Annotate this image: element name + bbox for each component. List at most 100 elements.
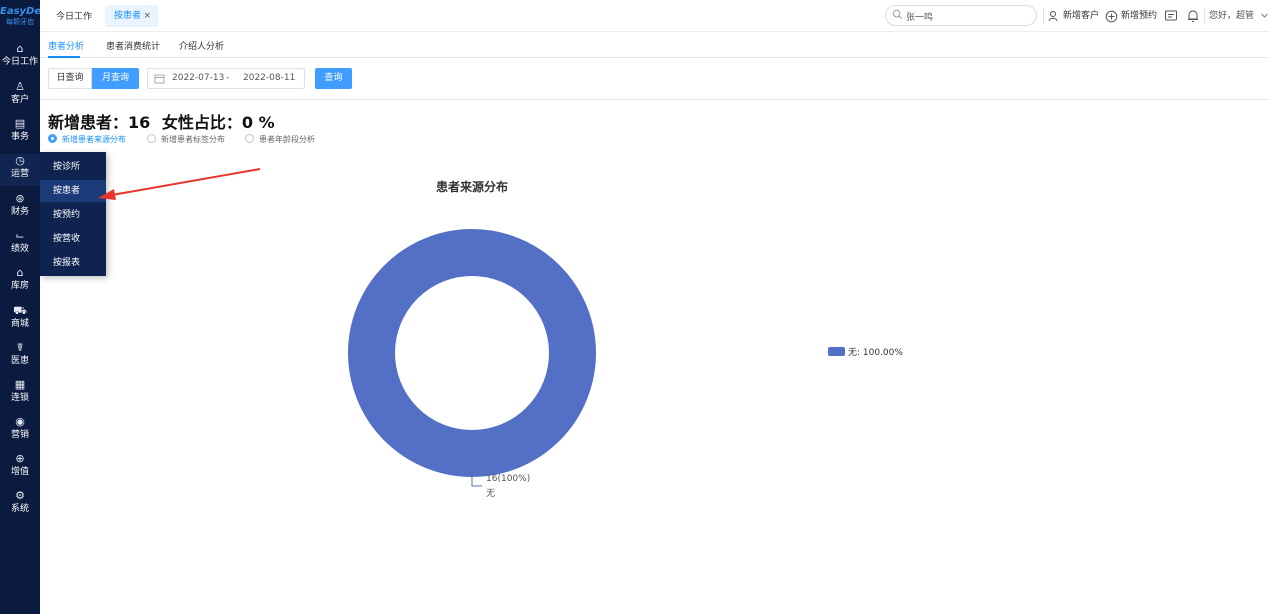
calendar-icon (154, 74, 165, 84)
stats-summary: 新增患者：16 女性占比：0 % (48, 109, 281, 133)
sidebar-item-label: 连锁 (10, 393, 29, 403)
chevron-down-icon (1261, 13, 1268, 18)
left-sidebar: EasyDent 每颗牙齿 ⌂ 今日工作 ♙ 客户 ▤ 事务 ◷ 运营 ⊛ 财务 ⌙ 绩效 ⌂ 库房 ⛟ 商城… (0, 0, 40, 614)
cart-icon: ⛟ (13, 304, 27, 317)
divider (1043, 9, 1044, 23)
sidebar-item-label: 系统 (10, 504, 29, 514)
new-appointment-button[interactable]: 新增预约 (1105, 8, 1157, 24)
chart-title: 患者来源分布 (436, 180, 509, 194)
query-button[interactable]: 查询 (315, 68, 352, 89)
new-customer-button[interactable]: 新增客户 (1048, 8, 1099, 24)
month-query-button[interactable]: 月查询 (92, 68, 139, 89)
new-customer-label: 新增客户 (1063, 11, 1100, 21)
top-bar: 今日工作 按患者 × 新增客户 新增预约 (40, 0, 1269, 32)
logo-subtext: 每颗牙齿 (6, 18, 34, 26)
new-appointment-label: 新增预约 (1121, 11, 1158, 21)
search-input[interactable] (906, 9, 1026, 23)
label-leader-line (471, 477, 482, 487)
patient-search[interactable] (885, 5, 1037, 26)
sidebar-item-label: 库房 (10, 281, 29, 291)
analysis-tabs: 患者分析 患者消费统计 介绍人分析 (40, 32, 1269, 58)
tab-by-patient-label: 按患者 (114, 11, 142, 21)
female-ratio-stat: 女性占比：0 % (161, 113, 275, 132)
radio-age-analysis[interactable]: 患者年龄段分析 (245, 134, 315, 146)
sidebar-item-label: 商城 (10, 319, 29, 329)
date-separator: - (226, 73, 230, 83)
submenu-by-report[interactable]: 按报表 (40, 252, 106, 274)
sidebar-item-label: 绩效 (10, 244, 29, 254)
sidebar-item-value-added[interactable]: ⊕ 增值 (0, 452, 40, 484)
sidebar-item-label: 今日工作 (1, 57, 38, 67)
sidebar-item-settings[interactable]: ⚙ 系统 (0, 489, 40, 521)
sidebar-item-chain[interactable]: ▦ 连锁 (0, 378, 40, 410)
message-icon[interactable] (1163, 8, 1179, 24)
start-date[interactable]: 2022-07-13 (172, 69, 224, 88)
sidebar-item-cart[interactable]: ⛟ 商城 (0, 304, 40, 336)
sidebar-item-label: 增值 (10, 467, 29, 477)
radio-tag-distribution[interactable]: 新增患者标签分布 (147, 134, 225, 146)
app-logo[interactable]: EasyDent 每颗牙齿 (0, 6, 40, 27)
legend-label: 无: 100.00% (848, 348, 903, 358)
radio-checked-icon (48, 134, 57, 143)
user-icon: ♙ (15, 80, 25, 93)
sidebar-item-finance[interactable]: ⊛ 财务 (0, 192, 40, 224)
sidebar-item-label: 运营 (10, 169, 29, 179)
day-query-button[interactable]: 日查询 (48, 68, 92, 89)
sidebar-item-operation[interactable]: ◷ 运营 (0, 154, 40, 186)
annotation-arrow-line (111, 168, 261, 196)
sidebar-item-task[interactable]: ▤ 事务 (0, 117, 40, 149)
sidebar-item-label: 事务 (10, 132, 29, 142)
settings-icon: ⚙ (15, 489, 25, 502)
donut-chart: 16(100%) 无 (98, 168, 596, 499)
add-clock-icon (1105, 10, 1118, 22)
radio-label: 新增患者标签分布 (161, 135, 225, 144)
operation-submenu: 按诊所 按患者 按预约 按营收 按报表 (40, 152, 106, 276)
marketing-icon: ◉ (15, 415, 25, 428)
sidebar-item-label: 营销 (10, 430, 29, 440)
radio-label: 新增患者来源分布 (62, 135, 126, 144)
sidebar-item-label: 医患 (10, 356, 29, 366)
close-icon[interactable]: × (143, 5, 151, 27)
tab-today-work[interactable]: 今日工作 (56, 9, 92, 22)
home-icon: ⌂ (16, 42, 24, 55)
tab-by-patient[interactable]: 按患者 × (105, 5, 158, 27)
date-range-picker[interactable]: 2022-07-13 - 2022-08-11 (147, 68, 305, 89)
sidebar-item-user[interactable]: ♙ 客户 (0, 80, 40, 112)
value-added-icon: ⊕ (15, 452, 25, 465)
legend-swatch (828, 347, 845, 356)
submenu-by-appointment[interactable]: 按预约 (40, 204, 106, 226)
end-date[interactable]: 2022-08-11 (243, 69, 295, 88)
submenu-by-revenue[interactable]: 按营收 (40, 228, 106, 250)
chain-icon: ▦ (14, 378, 26, 391)
chart-line-icon: ⌙ (15, 229, 25, 242)
warehouse-icon: ⌂ (16, 266, 24, 279)
bell-icon[interactable] (1185, 8, 1201, 24)
sidebar-item-label: 财务 (10, 207, 29, 217)
user-menu[interactable]: 您好，超管 (1209, 8, 1269, 24)
sidebar-item-home[interactable]: ⌂ 今日工作 (0, 42, 40, 74)
divider (1204, 9, 1205, 23)
sidebar-item-marketing[interactable]: ◉ 营销 (0, 415, 40, 447)
submenu-by-clinic[interactable]: 按诊所 (40, 156, 106, 178)
radio-unchecked-icon (245, 134, 254, 143)
tab-patient-consumption[interactable]: 患者消费统计 (106, 39, 160, 52)
radio-unchecked-icon (147, 134, 156, 143)
medical-icon: ☤ (16, 341, 24, 354)
slice-value-label: 16(100%) (486, 474, 530, 484)
new-patients-stat: 新增患者：16 (48, 113, 151, 132)
finance-icon: ⊛ (15, 192, 25, 205)
submenu-by-patient[interactable]: 按患者 (40, 180, 106, 202)
logo-text: EasyDent (0, 6, 40, 17)
radio-source-distribution[interactable]: 新增患者来源分布 (48, 134, 126, 146)
tab-referrer-analysis[interactable]: 介绍人分析 (179, 39, 224, 52)
add-user-icon (1048, 11, 1058, 22)
donut-slice[interactable] (348, 229, 596, 477)
sidebar-item-chart-line[interactable]: ⌙ 绩效 (0, 229, 40, 261)
chart-legend-item[interactable]: 无: 100.00% (828, 347, 903, 359)
user-greeting: 您好，超管 (1209, 11, 1255, 21)
tab-patient-analysis[interactable]: 患者分析 (48, 39, 84, 52)
sidebar-item-medical[interactable]: ☤ 医患 (0, 341, 40, 373)
slice-name-label: 无 (486, 488, 495, 499)
sidebar-item-warehouse[interactable]: ⌂ 库房 (0, 266, 40, 298)
radio-label: 患者年龄段分析 (259, 135, 315, 144)
